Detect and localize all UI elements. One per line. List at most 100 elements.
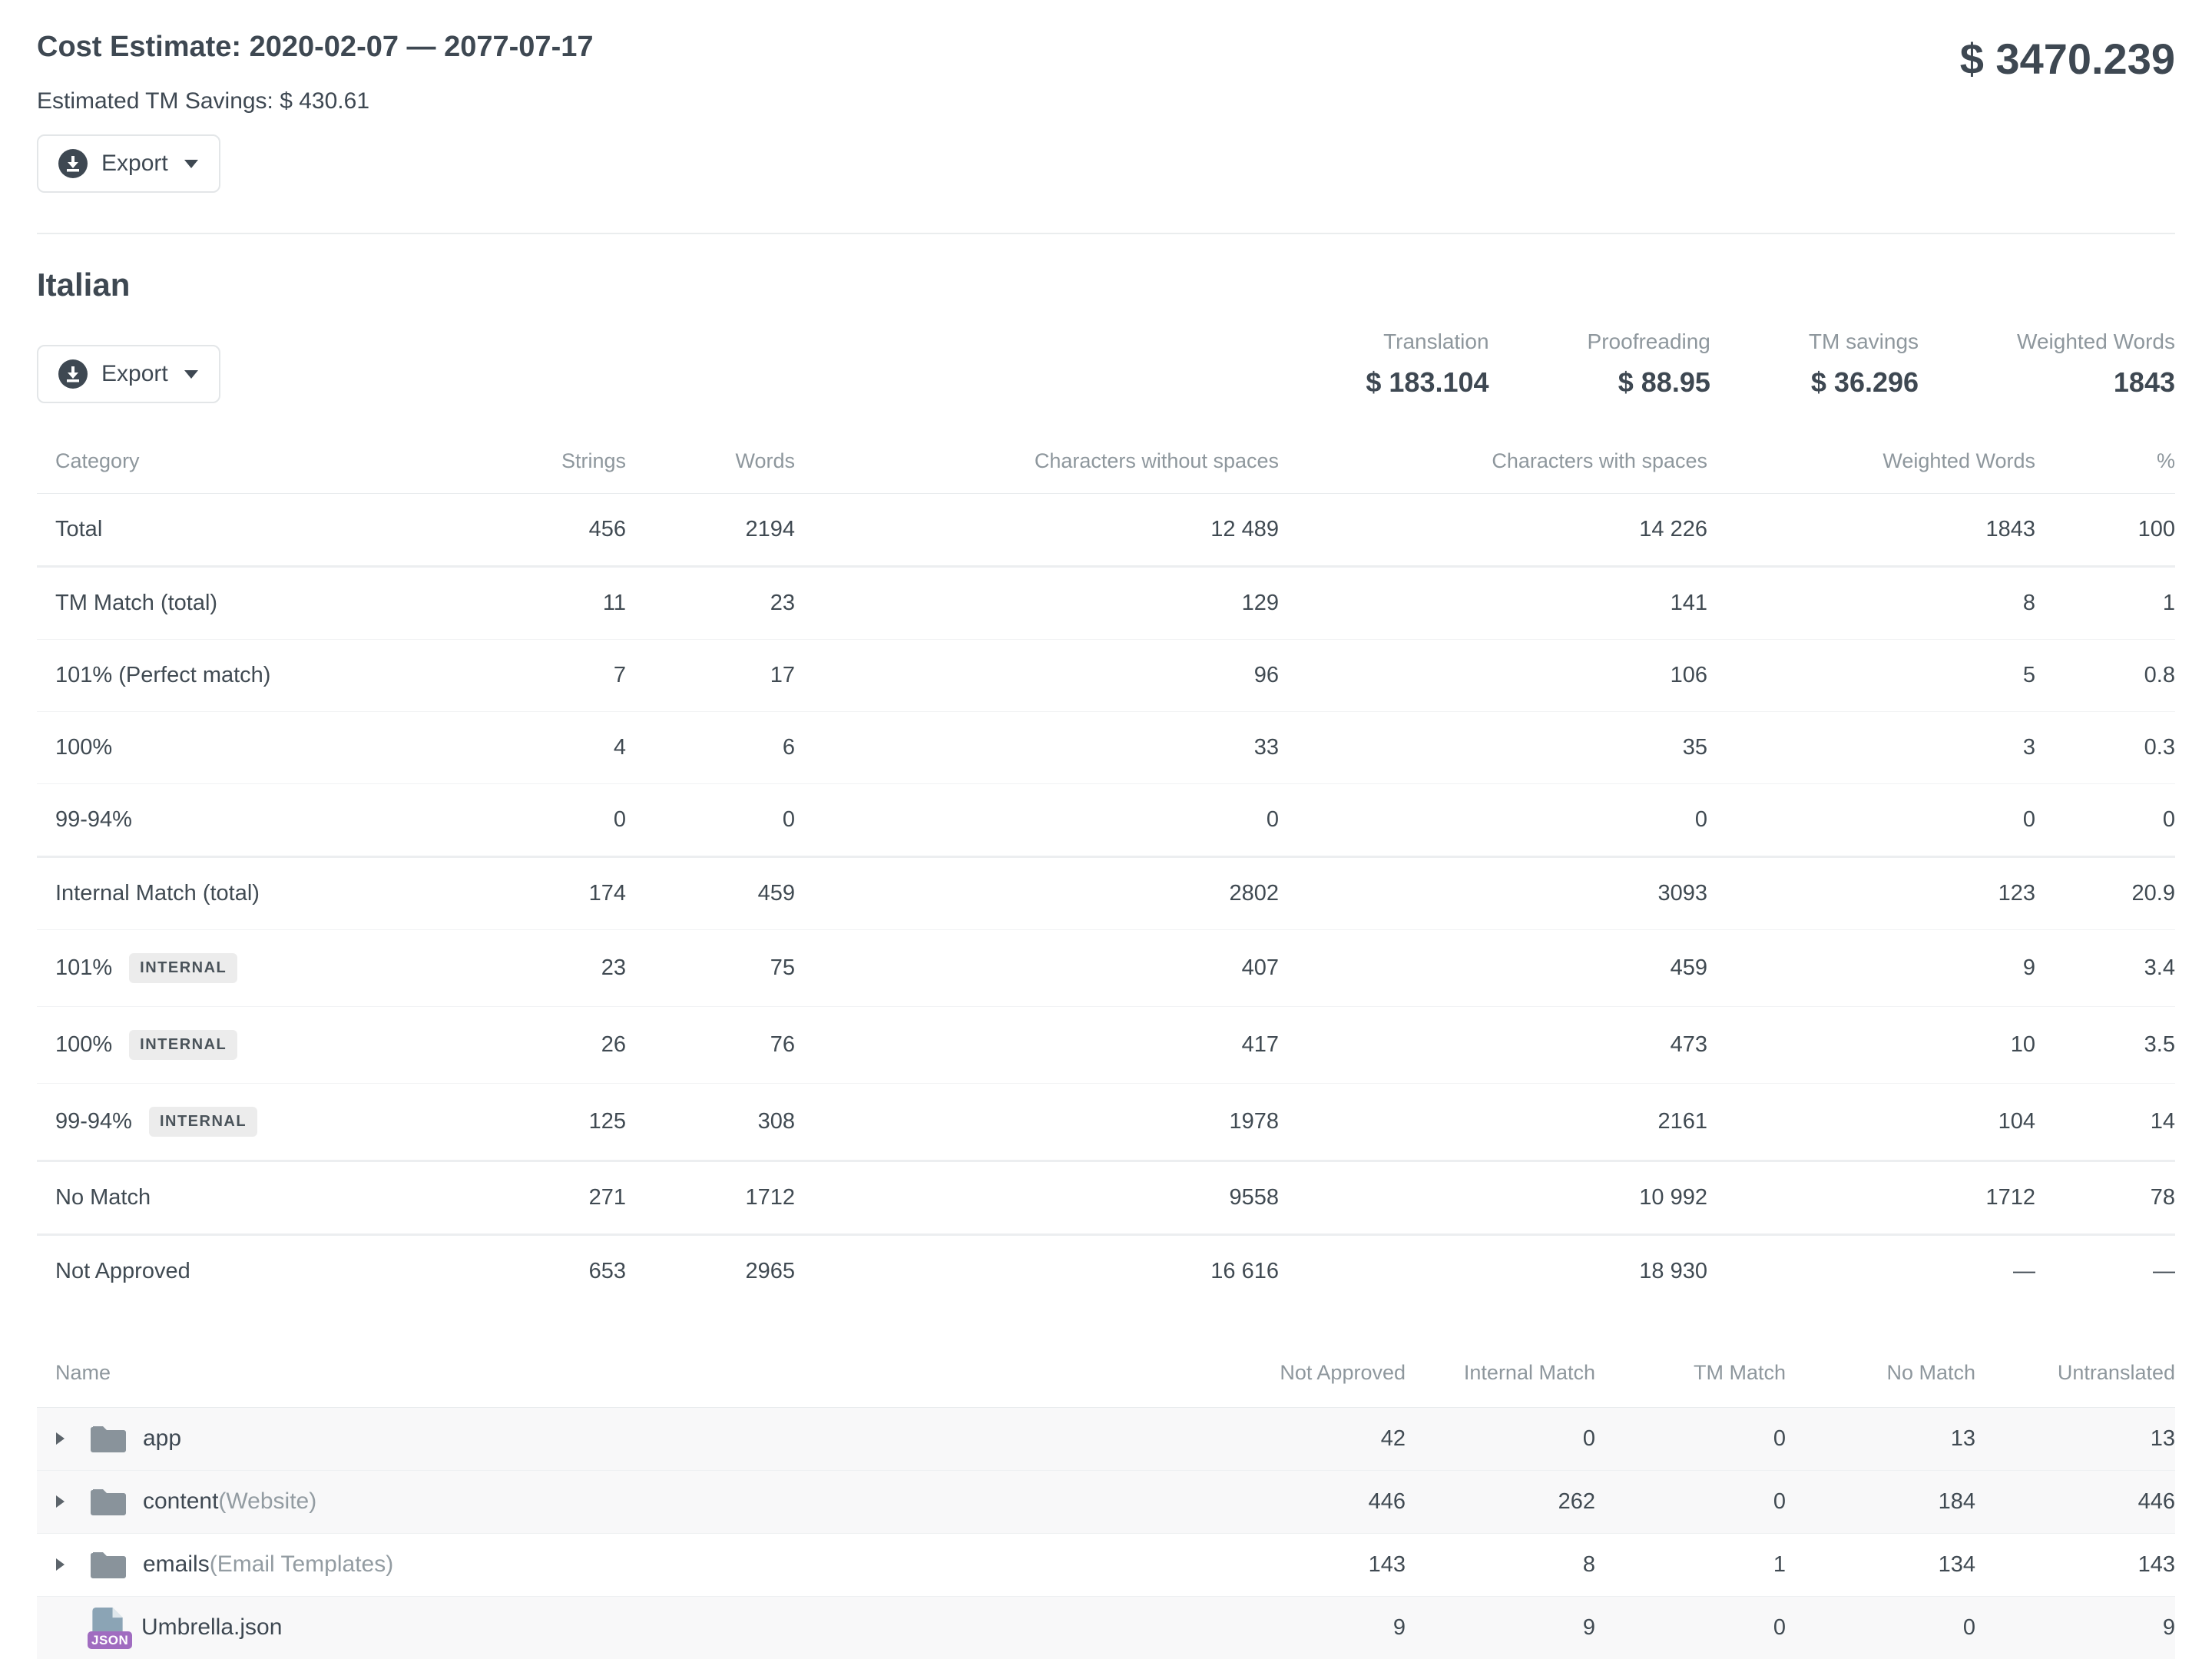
section-divider — [37, 233, 2175, 234]
file-row-umbrella-json[interactable]: JSON Umbrella.json 9 9 0 0 9 — [37, 1596, 2175, 1659]
percent-value: 14 — [2035, 1084, 2175, 1161]
internal-badge: INTERNAL — [129, 1030, 237, 1060]
internal-match-value: 9 — [1406, 1596, 1595, 1659]
table-row-101-internal: 101%INTERNAL 23 75 407 459 9 3.4 — [37, 930, 2175, 1007]
column-header-weighted-words: Weighted Words — [1707, 434, 2035, 494]
tm-match-value: 1 — [1595, 1533, 1786, 1596]
column-header-category: Category — [37, 434, 467, 494]
untranslated-value: 13 — [1975, 1407, 2175, 1470]
weighted-words-value: 1712 — [1707, 1161, 2035, 1235]
chars-without-spaces-value: 1978 — [795, 1084, 1279, 1161]
weighted-words-value: 0 — [1707, 784, 2035, 857]
chars-without-spaces-value: 16 616 — [795, 1235, 1279, 1308]
strings-value: 653 — [467, 1235, 626, 1308]
percent-value: 3.4 — [2035, 930, 2175, 1007]
stat-label: TM savings — [1809, 329, 1919, 354]
cost-breakdown-table: Category Strings Words Characters withou… — [37, 434, 2175, 1307]
stat-value: $ 183.104 — [1366, 366, 1488, 399]
column-header-chars-without-spaces: Characters without spaces — [795, 434, 1279, 494]
weighted-words-value: 5 — [1707, 640, 2035, 712]
expand-caret-icon[interactable] — [55, 1495, 65, 1508]
weighted-words-value: 9 — [1707, 930, 2035, 1007]
language-export-button[interactable]: Export — [37, 345, 220, 403]
export-button[interactable]: Export — [37, 134, 220, 193]
chars-with-spaces-value: 473 — [1279, 1007, 1707, 1084]
chars-without-spaces-value: 407 — [795, 930, 1279, 1007]
expand-caret-icon[interactable] — [55, 1558, 65, 1571]
words-value: 76 — [626, 1007, 795, 1084]
cost-summary-stats: Translation $ 183.104 Proofreading $ 88.… — [1366, 329, 2175, 403]
file-row-content[interactable]: content (Website) 446 262 0 184 446 — [37, 1470, 2175, 1533]
stat-weighted-words: Weighted Words 1843 — [2017, 329, 2175, 399]
export-button-label: Export — [101, 361, 168, 387]
table-row-internal-match: Internal Match (total) 174 459 2802 3093… — [37, 857, 2175, 930]
file-suffix: (Email Templates) — [210, 1551, 394, 1578]
strings-value: 26 — [467, 1007, 626, 1084]
words-value: 6 — [626, 712, 795, 784]
no-match-value: 184 — [1786, 1470, 1975, 1533]
tm-match-value: 0 — [1595, 1470, 1786, 1533]
file-suffix: (Website) — [218, 1488, 316, 1515]
percent-value: 100 — [2035, 494, 2175, 567]
page-header: Cost Estimate: 2020-02-07 — 2077-07-17 E… — [37, 0, 2175, 114]
strings-value: 11 — [467, 567, 626, 640]
column-header-internal-match: Internal Match — [1406, 1344, 1595, 1407]
tm-savings-line: Estimated TM Savings: $ 430.61 — [37, 88, 594, 114]
language-section: Italian Export Translation $ 183.104 — [37, 267, 2175, 1659]
internal-match-value: 262 — [1406, 1470, 1595, 1533]
category-label: 99-94% — [55, 1109, 132, 1134]
expand-caret-icon[interactable] — [55, 1432, 65, 1445]
chars-with-spaces-value: 141 — [1279, 567, 1707, 640]
weighted-words-value: — — [1707, 1235, 2035, 1308]
chars-without-spaces-value: 12 489 — [795, 494, 1279, 567]
category-label: TM Match (total) — [55, 591, 217, 615]
percent-value: 0.8 — [2035, 640, 2175, 712]
weighted-words-value: 104 — [1707, 1084, 2035, 1161]
column-header-not-approved: Not Approved — [1214, 1344, 1406, 1407]
stat-label: Translation — [1366, 329, 1488, 354]
json-badge: JSON — [88, 1631, 132, 1649]
file-name: app — [143, 1426, 181, 1452]
chars-with-spaces-value: 3093 — [1279, 857, 1707, 930]
chevron-down-icon — [184, 369, 199, 379]
words-value: 17 — [626, 640, 795, 712]
table-row-101-perfect: 101% (Perfect match) 7 17 96 106 5 0.8 — [37, 640, 2175, 712]
chevron-down-icon — [184, 159, 199, 169]
untranslated-value: 9 — [1975, 1596, 2175, 1659]
file-name: Umbrella.json — [141, 1614, 282, 1641]
table-row-100-internal: 100%INTERNAL 26 76 417 473 10 3.5 — [37, 1007, 2175, 1084]
total-cost: $ 3470.239 — [1960, 34, 2175, 84]
not-approved-value: 143 — [1214, 1533, 1406, 1596]
words-value: 2194 — [626, 494, 795, 567]
strings-value: 23 — [467, 930, 626, 1007]
chars-without-spaces-value: 9558 — [795, 1161, 1279, 1235]
file-row-app[interactable]: app 42 0 0 13 13 — [37, 1407, 2175, 1470]
chars-with-spaces-value: 18 930 — [1279, 1235, 1707, 1308]
table-row-tm-match: TM Match (total) 11 23 129 141 8 1 — [37, 567, 2175, 640]
column-header-no-match: No Match — [1786, 1344, 1975, 1407]
percent-value: 3.5 — [2035, 1007, 2175, 1084]
file-name: content — [143, 1488, 218, 1515]
folder-icon — [91, 1551, 126, 1578]
percent-value: 0.3 — [2035, 712, 2175, 784]
category-label: No Match — [55, 1185, 151, 1210]
file-row-emails[interactable]: emails (Email Templates) 143 8 1 134 143 — [37, 1533, 2175, 1596]
chars-without-spaces-value: 129 — [795, 567, 1279, 640]
chars-without-spaces-value: 33 — [795, 712, 1279, 784]
chars-without-spaces-value: 96 — [795, 640, 1279, 712]
chars-with-spaces-value: 0 — [1279, 784, 1707, 857]
category-label: 99-94% — [55, 807, 132, 832]
no-match-value: 0 — [1786, 1596, 1975, 1659]
tm-match-value: 0 — [1595, 1407, 1786, 1470]
chars-with-spaces-value: 14 226 — [1279, 494, 1707, 567]
chars-with-spaces-value: 2161 — [1279, 1084, 1707, 1161]
untranslated-value: 446 — [1975, 1470, 2175, 1533]
stat-label: Weighted Words — [2017, 329, 2175, 354]
column-header-name: Name — [37, 1344, 1214, 1407]
category-label: Total — [55, 517, 102, 541]
weighted-words-value: 1843 — [1707, 494, 2035, 567]
page-title: Cost Estimate: 2020-02-07 — 2077-07-17 — [37, 31, 594, 64]
stat-value: $ 36.296 — [1809, 366, 1919, 399]
not-approved-value: 9 — [1214, 1596, 1406, 1659]
table-row-no-match: No Match 271 1712 9558 10 992 1712 78 — [37, 1161, 2175, 1235]
